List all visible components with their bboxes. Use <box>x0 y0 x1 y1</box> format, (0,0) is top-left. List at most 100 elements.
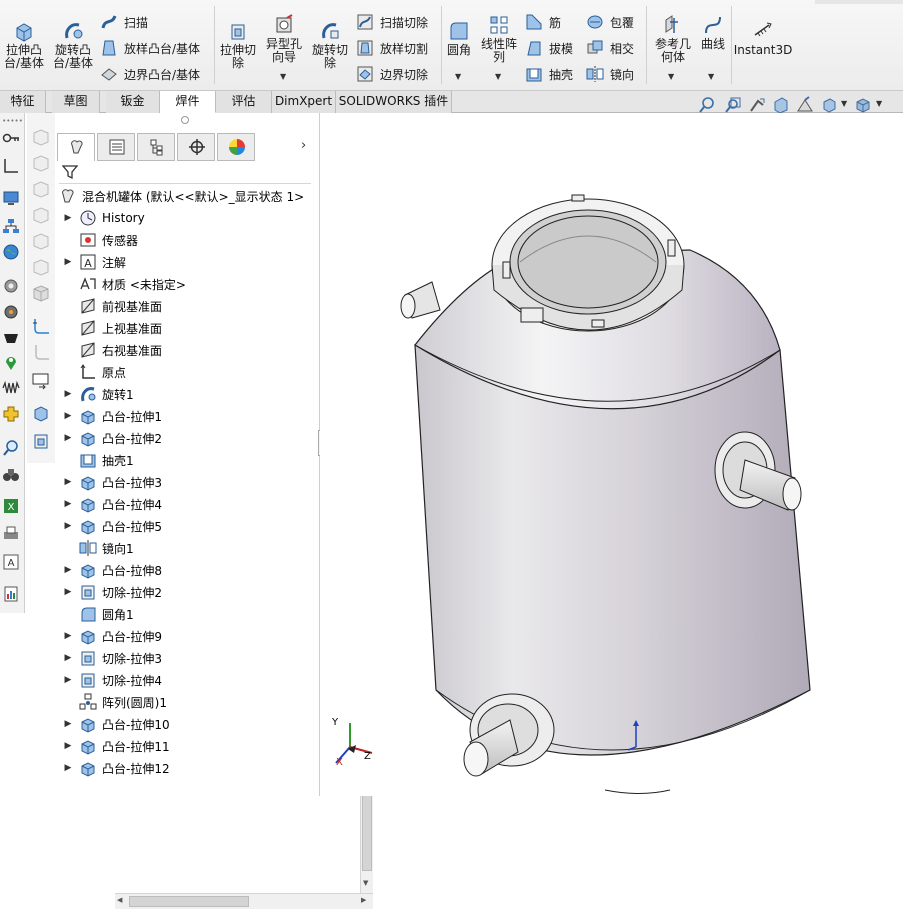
globe-icon[interactable] <box>2 243 20 261</box>
excel-icon[interactable]: X <box>2 497 20 515</box>
tab-dimxpert[interactable]: DimXpert <box>272 91 336 113</box>
revolve-cut-button[interactable]: 旋转切 除 <box>308 20 352 70</box>
search-icon[interactable] <box>2 439 20 457</box>
hole-wizard-button[interactable]: 异型孔 向导 <box>262 14 306 64</box>
tab-feature-tree[interactable] <box>57 133 95 161</box>
graphics-viewport[interactable]: Y Z X <box>320 113 903 796</box>
move-entities-icon[interactable] <box>31 371 51 391</box>
tree-item[interactable]: ▶ 旋转1 <box>61 383 134 405</box>
tree-item[interactable]: ▶ 切除-拉伸4 <box>61 669 162 691</box>
mirror-button[interactable]: 镜向 <box>586 63 634 85</box>
view-back-cube-icon[interactable] <box>31 153 51 173</box>
fillet-dropdown-icon[interactable]: ▼ <box>455 72 461 81</box>
tree-item[interactable]: ▶ 凸台-拉伸8 <box>61 559 162 581</box>
view-right-cube-icon[interactable] <box>31 205 51 225</box>
expand-arrow-icon[interactable]: ▶ <box>61 653 75 663</box>
wrap-button[interactable]: 包覆 <box>586 11 634 33</box>
tree-item[interactable]: ▶ 切除-拉伸3 <box>61 647 162 669</box>
expand-arrow-icon[interactable]: ▶ <box>61 433 75 443</box>
reference-geometry-button[interactable]: 参考几 何体 <box>651 14 695 64</box>
tab-solidworks-addins[interactable]: SOLIDWORKS 插件 <box>336 91 452 113</box>
tree-item[interactable]: ▶ 凸台-拉伸12 <box>61 757 170 779</box>
tab-features[interactable]: 特征 <box>0 91 46 113</box>
monitor-icon[interactable] <box>2 189 20 207</box>
tab-dimxpert-manager[interactable] <box>177 133 215 161</box>
tree-item[interactable]: 材质 <未指定> <box>61 273 186 295</box>
appearance-bucket-icon[interactable] <box>2 329 20 347</box>
print-icon[interactable] <box>2 525 20 543</box>
expand-arrow-icon[interactable]: ▶ <box>61 631 75 641</box>
text-annotation-icon[interactable]: A <box>2 553 20 571</box>
lofted-cut-button[interactable]: 放样切割 <box>356 37 428 59</box>
curves-dropdown-icon[interactable]: ▼ <box>708 72 714 81</box>
expand-arrow-icon[interactable]: ▶ <box>61 763 75 773</box>
swept-cut-button[interactable]: 扫描切除 <box>356 11 428 33</box>
tree-item[interactable]: ▶ 凸台-拉伸5 <box>61 515 162 537</box>
tree-item[interactable]: 阵列(圆周)1 <box>61 691 167 713</box>
loft-button[interactable]: 放样凸台/基体 <box>100 37 200 59</box>
plus-shape-icon[interactable] <box>2 405 20 423</box>
tabs-chevron-right-icon[interactable]: › <box>301 138 306 153</box>
expand-arrow-icon[interactable]: ▶ <box>61 213 75 223</box>
tree-item[interactable]: ▶ 凸台-拉伸11 <box>61 735 170 757</box>
draft-button[interactable]: 拔模 <box>525 37 573 59</box>
expand-arrow-icon[interactable]: ▶ <box>61 719 75 729</box>
tree-item[interactable]: ▶ 凸台-拉伸3 <box>61 471 162 493</box>
expand-arrow-icon[interactable]: ▶ <box>61 257 75 267</box>
sketch-fillet-icon[interactable] <box>31 317 51 337</box>
section-view-icon[interactable] <box>772 96 790 114</box>
fillet-button[interactable]: 圆角 <box>443 20 475 57</box>
extrude-cut-button[interactable]: 拉伸切 除 <box>217 20 259 70</box>
expand-arrow-icon[interactable]: ▶ <box>61 389 75 399</box>
curves-button[interactable]: 曲线 <box>697 14 729 51</box>
scroll-right-icon[interactable]: ▶ <box>361 896 366 904</box>
view-front-cube-icon[interactable] <box>31 127 51 147</box>
tree-item[interactable]: 原点 <box>61 361 126 383</box>
zoom-to-area-icon[interactable] <box>724 96 742 114</box>
sketch-corner-icon[interactable] <box>31 343 51 363</box>
view-left-cube-icon[interactable] <box>31 179 51 199</box>
tree-item[interactable]: ▶ 凸台-拉伸10 <box>61 713 170 735</box>
panel-grip-icon[interactable] <box>181 116 189 124</box>
spring-icon[interactable] <box>2 379 20 397</box>
tree-root-part[interactable]: 混合机罐体 (默认<<默认>_显示状态 1> <box>59 185 304 207</box>
simulation-gear-icon[interactable] <box>2 303 20 321</box>
filter-icon[interactable] <box>62 164 78 180</box>
strip-grip[interactable]: ••••• <box>0 117 25 125</box>
tree-item[interactable]: 圆角1 <box>61 603 134 625</box>
extruded-cut-small-icon[interactable] <box>31 431 51 451</box>
rib-button[interactable]: 筋 <box>525 11 561 33</box>
tree-item[interactable]: ▶ 凸台-拉伸4 <box>61 493 162 515</box>
sweep-button[interactable]: 扫描 <box>100 11 148 33</box>
tree-item[interactable]: ▶ 凸台-拉伸9 <box>61 625 162 647</box>
report-icon[interactable] <box>2 585 20 603</box>
view-bottom-cube-icon[interactable] <box>31 257 51 277</box>
tree-item[interactable]: ▶ 凸台-拉伸2 <box>61 427 162 449</box>
tree-item[interactable]: 镜向1 <box>61 537 134 559</box>
extrude-boss-button[interactable]: 拉伸凸 台/基体 <box>2 20 46 70</box>
dynamic-annotation-views-icon[interactable] <box>796 96 814 114</box>
expand-arrow-icon[interactable]: ▶ <box>61 565 75 575</box>
linear-pattern-dropdown-icon[interactable]: ▼ <box>495 72 501 81</box>
tab-sheet-metal[interactable]: 钣金 <box>106 91 160 113</box>
hole-wizard-dropdown-icon[interactable]: ▼ <box>280 72 286 81</box>
tab-display-manager[interactable] <box>217 133 255 161</box>
tab-evaluate[interactable]: 评估 <box>216 91 272 113</box>
revolve-boss-button[interactable]: 旋转凸 台/基体 <box>50 20 96 70</box>
view-top-cube-icon[interactable] <box>31 231 51 251</box>
display-style-icon[interactable] <box>854 96 872 114</box>
tree-item[interactable]: 右视基准面 <box>61 339 162 361</box>
boundary-cut-button[interactable]: 边界切除 <box>356 63 428 85</box>
dimension-icon[interactable] <box>2 157 20 175</box>
extruded-boss-small-icon[interactable] <box>31 403 51 423</box>
network-icon[interactable] <box>2 217 20 235</box>
tree-item[interactable]: ▶ 凸台-拉伸1 <box>61 405 162 427</box>
instant3d-button[interactable]: Instant3D <box>734 20 792 57</box>
linear-pattern-button[interactable]: 线性阵 列 <box>478 14 520 64</box>
tree-item[interactable]: 前视基准面 <box>61 295 162 317</box>
expand-arrow-icon[interactable]: ▶ <box>61 499 75 509</box>
tree-item[interactable]: 上视基准面 <box>61 317 162 339</box>
tree-item[interactable]: 抽壳1 <box>61 449 134 471</box>
intersect-button[interactable]: 相交 <box>586 37 634 59</box>
tab-weldments[interactable]: 焊件 <box>160 91 216 113</box>
